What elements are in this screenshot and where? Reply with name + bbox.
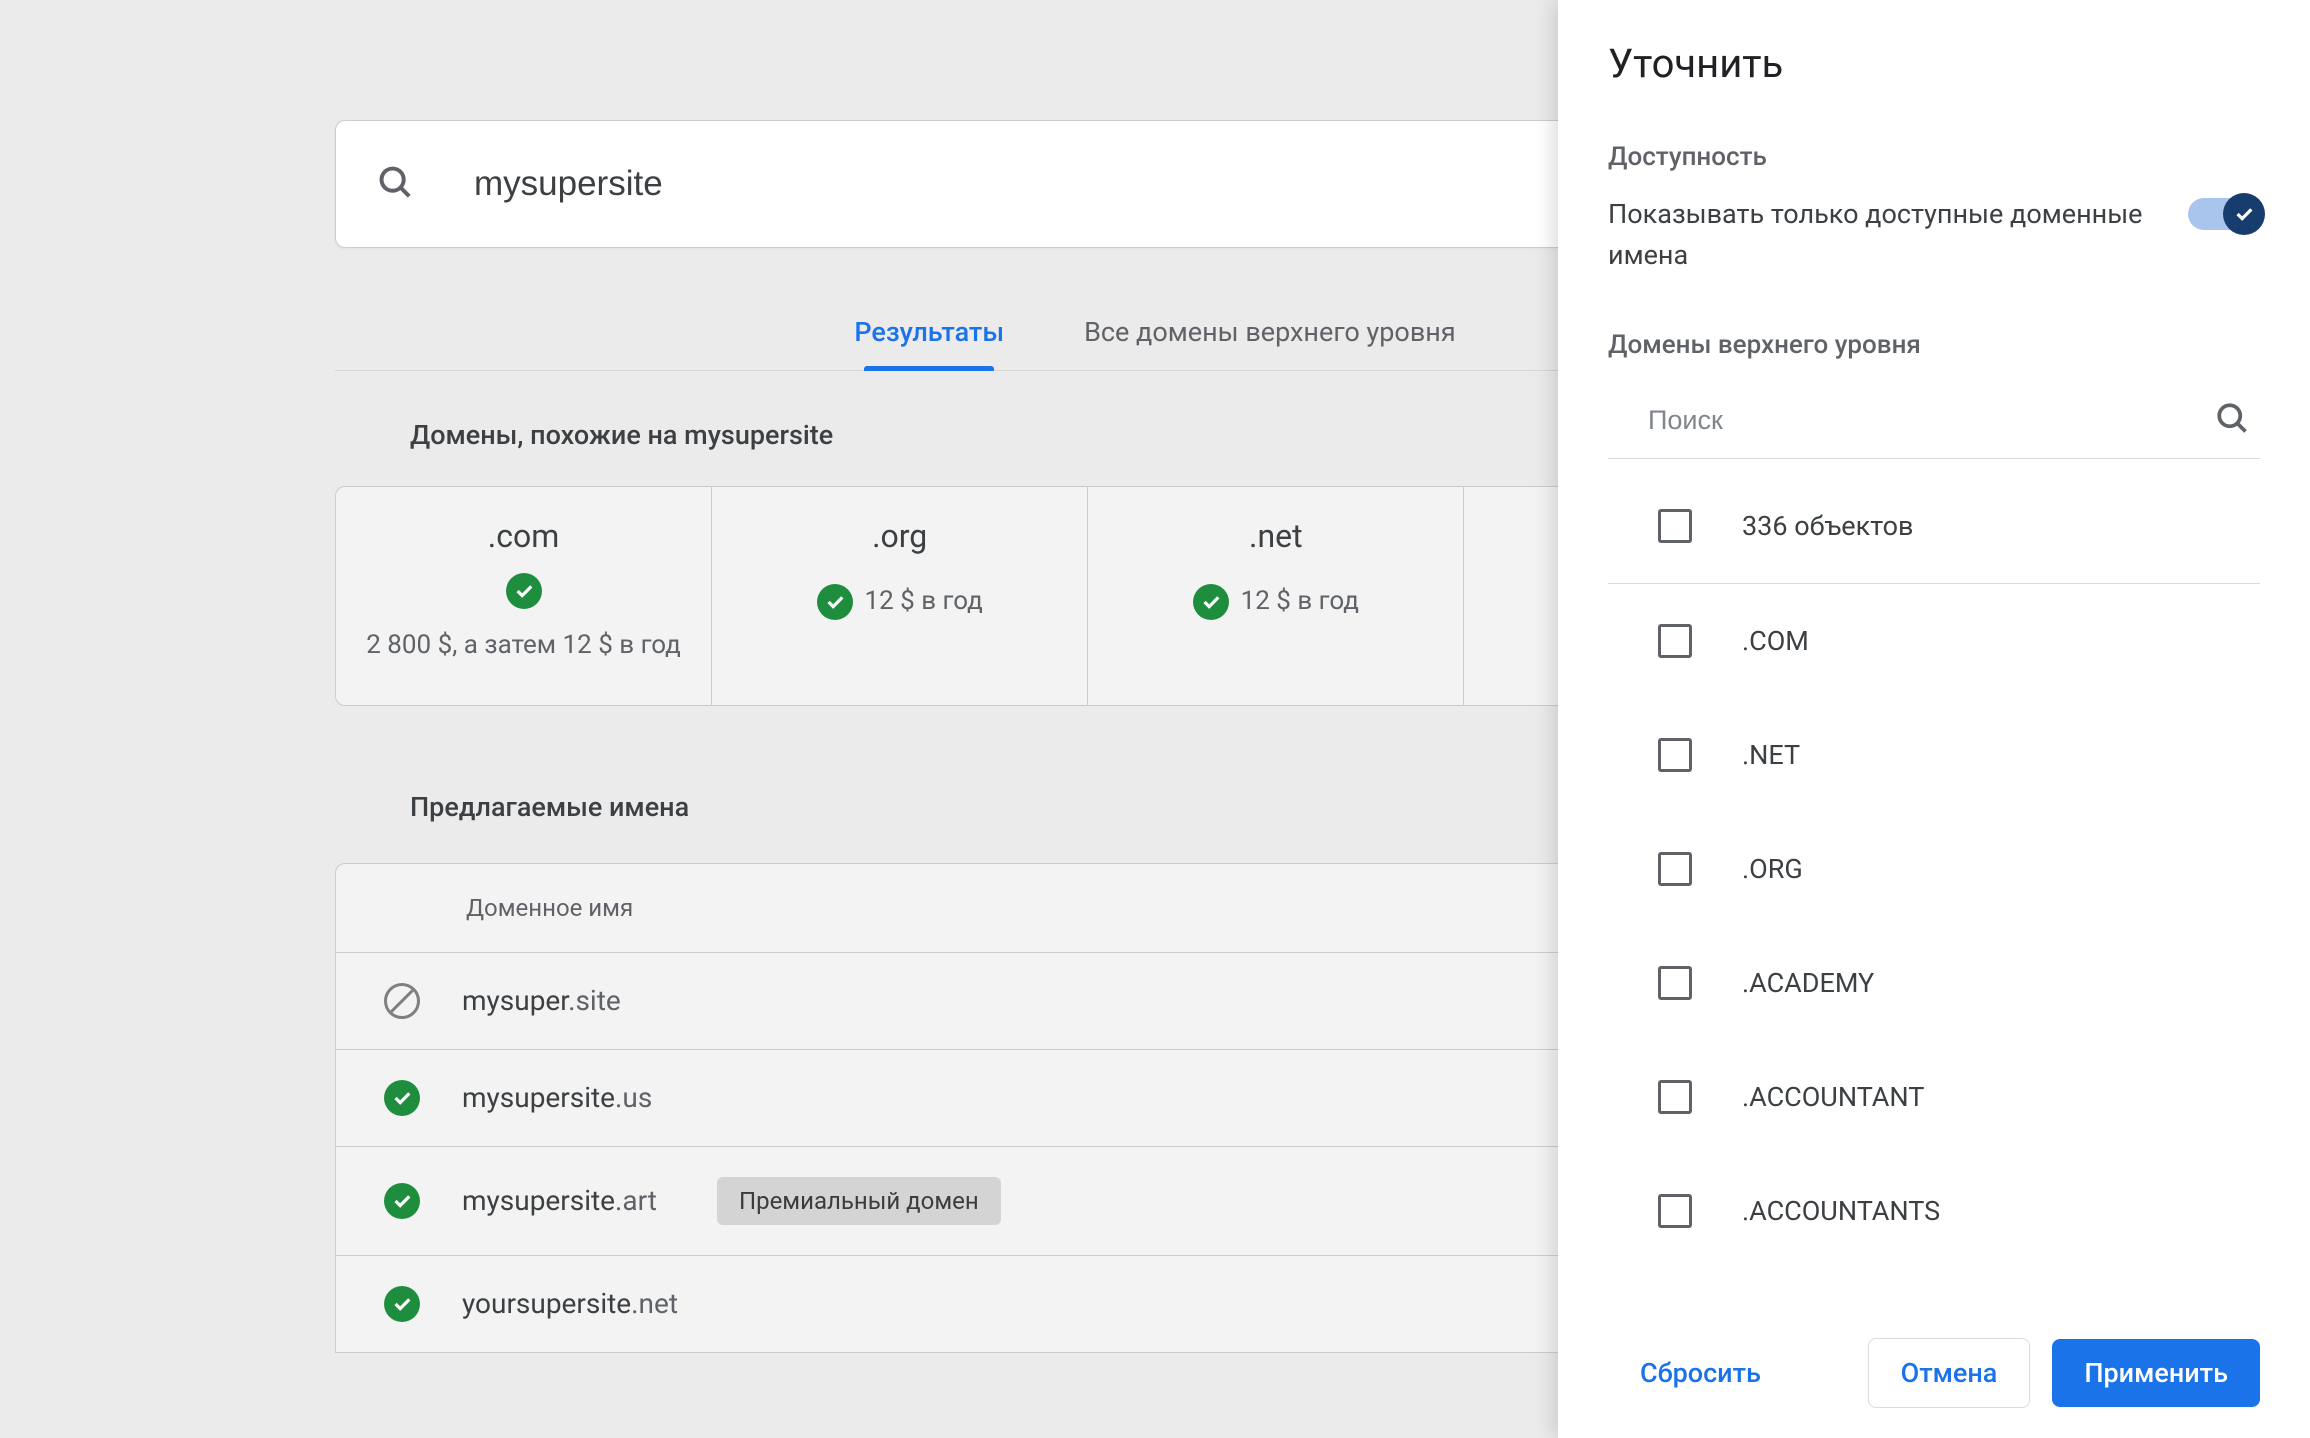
unavailable-icon [384,983,420,1019]
tld-card-org[interactable]: .org 12 $ в год [712,487,1088,705]
tld-item-label: .ACCOUNTANTS [1742,1195,1940,1227]
tld-list-item[interactable]: .ACCOUNTANTS [1608,1154,2260,1268]
tld-list: 336 объектов .COM .NET .ORG .ACADEMY . [1608,469,2260,1313]
check-icon [384,1286,420,1322]
premium-badge: Премиальный домен [717,1177,1001,1225]
tld-card-name: .org [872,517,927,555]
tld-section-label: Домены верхнего уровня [1608,330,2260,360]
checkbox[interactable] [1658,738,1692,772]
filter-panel-body: Уточнить Доступность Показывать только д… [1558,0,2310,1313]
tld-card-name: .com [488,517,560,555]
domain-name: mysupersite.art [462,1184,657,1217]
tld-item-label: .NET [1742,739,1800,771]
cancel-button[interactable]: Отмена [1868,1338,2031,1408]
tld-list-item[interactable]: .ACTOR [1608,1268,2260,1313]
checkbox[interactable] [1658,852,1692,886]
checkbox[interactable] [1658,1080,1692,1114]
reset-button[interactable]: Сбросить [1608,1339,1793,1407]
search-icon[interactable] [2214,400,2250,440]
checkbox[interactable] [1658,509,1692,543]
domain-name: yoursupersite.net [462,1287,678,1320]
checkbox[interactable] [1658,966,1692,1000]
check-icon [384,1183,420,1219]
tld-card-com[interactable]: .com 2 800 $, а затем 12 $ в год [336,487,712,705]
toggle-availability-label: Показывать только доступные доменные име… [1608,194,2168,275]
tld-card-price: 12 $ в год [1241,583,1359,621]
checkbox[interactable] [1658,1194,1692,1228]
tld-item-label: 336 объектов [1742,510,1914,542]
tld-list-item[interactable]: .NET [1608,698,2260,812]
checkbox[interactable] [1658,624,1692,658]
domain-name: mysuper.site [462,984,621,1017]
domain-name: mysupersite.us [462,1081,652,1114]
tld-card-price: 12 $ в год [865,583,983,621]
search-icon [376,163,414,205]
tab-all-tlds[interactable]: Все домены верхнего уровня [1074,298,1466,370]
tld-card-name: .net [1249,517,1303,555]
check-icon [1193,584,1229,620]
apply-button[interactable]: Применить [2052,1339,2260,1407]
filter-panel-footer: Сбросить Отмена Применить [1558,1313,2310,1438]
tld-list-item-all[interactable]: 336 объектов [1608,469,2260,583]
tld-search-row [1608,382,2260,459]
tld-item-label: .ACCOUNTANT [1742,1081,1924,1113]
toggle-knob-checked-icon [2223,193,2265,235]
tld-list-item[interactable]: .ACCOUNTANT [1608,1040,2260,1154]
tab-results[interactable]: Результаты [844,298,1014,370]
filter-panel: Уточнить Доступность Показывать только д… [1558,0,2310,1438]
tld-list-item[interactable]: .COM [1608,584,2260,698]
tld-list-item[interactable]: .ORG [1608,812,2260,926]
availability-label: Доступность [1608,142,2260,172]
tld-card-price: 2 800 $, а затем 12 $ в год [366,627,681,665]
tld-item-label: .ACADEMY [1742,967,1874,999]
tld-card-net[interactable]: .net 12 $ в год [1088,487,1464,705]
tld-item-label: .ORG [1742,853,1803,885]
tld-list-item[interactable]: .ACADEMY [1608,926,2260,1040]
filter-panel-title: Уточнить [1608,40,2260,87]
tld-item-label: .COM [1742,625,1809,657]
check-icon [384,1080,420,1116]
check-icon [817,584,853,620]
tld-search-input[interactable] [1618,405,2214,436]
check-icon [506,573,542,609]
toggle-availability[interactable] [2188,198,2260,230]
